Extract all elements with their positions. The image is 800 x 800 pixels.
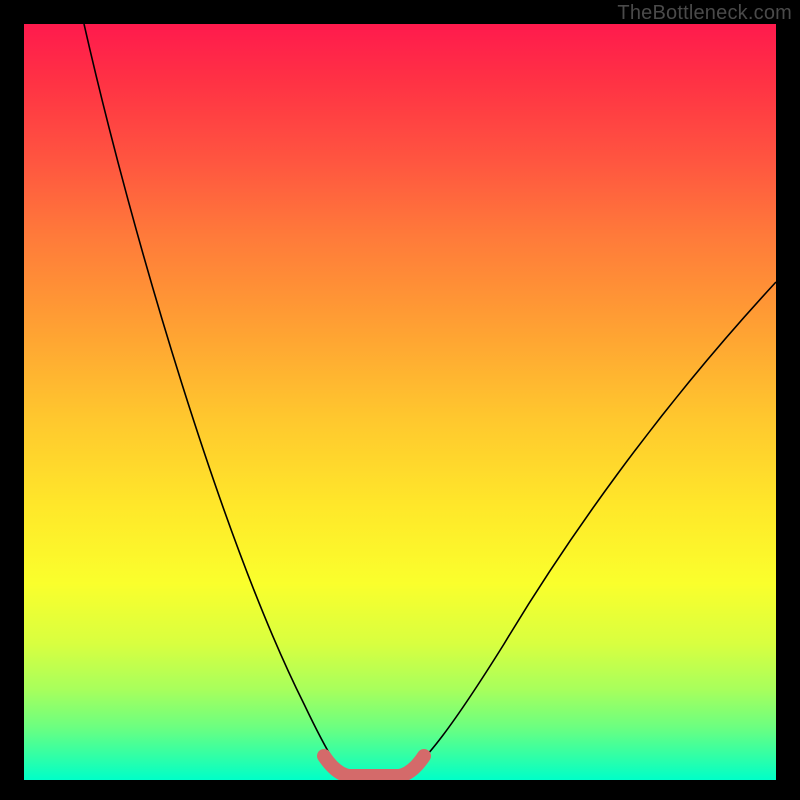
watermark-text: TheBottleneck.com (617, 2, 792, 25)
bottom-highlight (324, 756, 424, 776)
left-curve (84, 24, 344, 776)
right-curve (404, 282, 776, 776)
chart-svg (24, 24, 776, 780)
chart-plot-area (24, 24, 776, 780)
